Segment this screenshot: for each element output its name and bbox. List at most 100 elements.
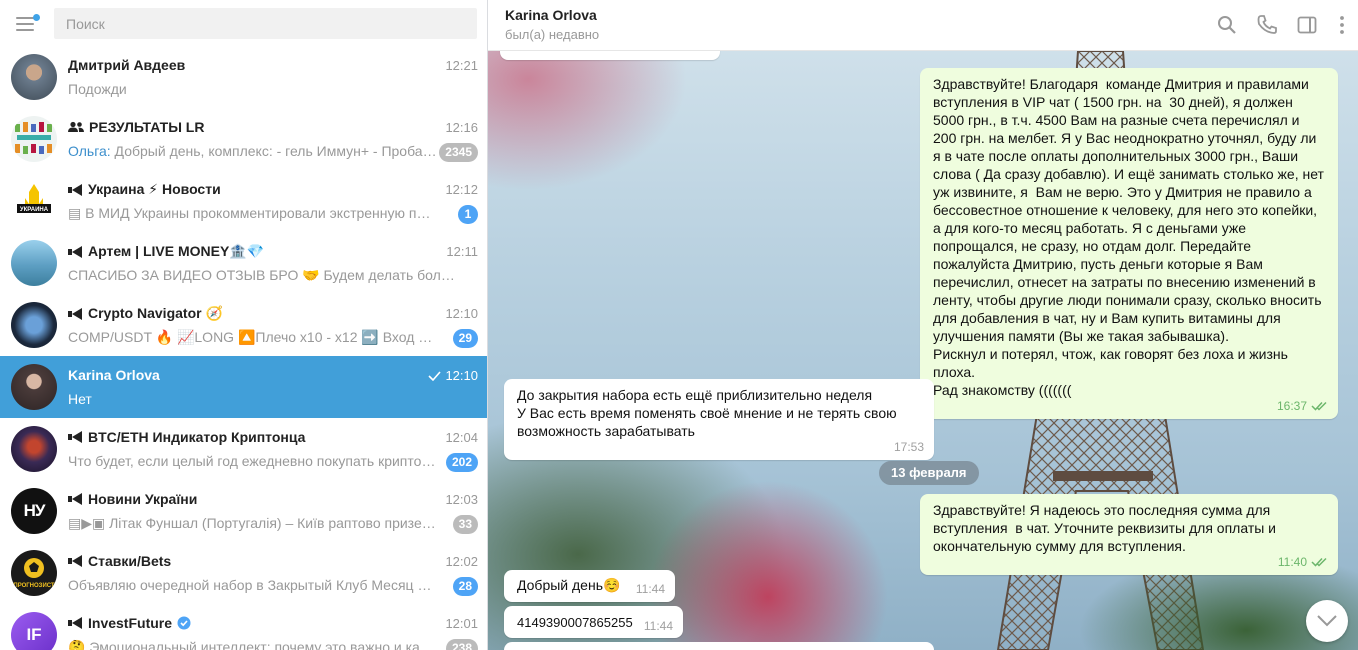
message-time: 11:44 — [643, 619, 673, 633]
chat-time: 12:21 — [445, 58, 478, 73]
message-bubble-incoming-cut[interactable] — [504, 642, 934, 650]
message-bubble-incoming[interactable]: 4149390007865255 11:44 — [504, 606, 683, 638]
chat-name: Новини України — [68, 491, 197, 507]
chat-time: 12:10 — [428, 368, 478, 383]
avatar — [11, 302, 57, 348]
conversation-panel: Karina Orlova был(а) недавно Здравствуйт… — [488, 0, 1358, 650]
unread-badge: 1 — [458, 205, 478, 224]
channel-icon — [68, 183, 83, 196]
unread-badge: 2345 — [439, 143, 478, 162]
chat-name: Дмитрий Авдеев — [68, 57, 186, 73]
chat-time: 12:16 — [445, 120, 478, 135]
avatar-logo-text: НУ — [23, 501, 46, 520]
sidebar-toggle-icon[interactable] — [1295, 13, 1319, 37]
avatar — [11, 426, 57, 472]
chat-item-stavki-bets[interactable]: ПРОГНОЗИСТ Ставки/Bets 12:02 Объявляю оч… — [0, 542, 487, 604]
unread-badge: 238 — [445, 639, 478, 650]
channel-icon — [68, 245, 83, 258]
chat-preview: 🤔 Эмоциональный интеллект: почему это ва… — [68, 639, 438, 650]
message-time: 11:40 — [1278, 553, 1328, 571]
search-icon[interactable] — [1215, 13, 1239, 37]
chevron-down-icon — [1317, 615, 1337, 627]
double-check-icon — [1311, 557, 1327, 567]
chat-preview: Ольга: Добрый день, комплекс: - гель Имм… — [68, 143, 438, 159]
chat-item-karina-orlova[interactable]: Karina Orlova 12:10 Нет — [0, 356, 487, 418]
avatar: ПРОГНОЗИСТ — [11, 550, 57, 596]
unread-badge: 29 — [452, 329, 478, 348]
date-separator: 13 февраля — [879, 461, 979, 485]
double-check-icon — [1311, 401, 1327, 411]
chat-time: 12:10 — [445, 306, 478, 321]
chat-item-artem-live-money[interactable]: Артем | LIVE MONEY🏦💎 12:11 СПАСИБО ЗА ВИ… — [0, 232, 487, 294]
chat-item-investfuture[interactable]: IF InvestFuture 12:01 🤔 Эмоциональный ин… — [0, 604, 487, 650]
sender-name: Ольга: — [68, 143, 111, 159]
chat-item-ukraina-novosti[interactable]: УКРАИНА Украина ⚡ Новости 12:12 ▤ В МИД … — [0, 170, 487, 232]
message-text: Здравствуйте! Благодаря команде Дмитрия … — [933, 76, 1324, 398]
avatar-logo-text: УКРАИНА — [20, 207, 49, 213]
avatar-logo-text: IF — [26, 625, 42, 644]
read-check-icon — [428, 370, 442, 381]
message-text: До закрытия набора есть ещё приблизитель… — [517, 387, 897, 439]
flower-top-blur — [488, 51, 688, 191]
phone-icon[interactable] — [1255, 13, 1279, 37]
chat-name: InvestFuture — [68, 615, 191, 631]
avatar: IF — [11, 612, 57, 650]
scroll-down-button[interactable] — [1306, 600, 1348, 642]
group-avatar-image — [15, 122, 52, 154]
chat-item-btc-eth-indikator[interactable]: BTC/ETH Индикатор Криптонца 12:04 Что бу… — [0, 418, 487, 480]
message-bubble-outgoing[interactable]: Здравствуйте! Я надеюсь это последняя су… — [920, 494, 1338, 575]
soccer-ball-logo: ПРОГНОЗИСТ — [13, 558, 55, 589]
channel-icon — [68, 431, 83, 443]
left-topbar — [0, 0, 487, 48]
message-bubble-incoming[interactable]: Добрый день☺️ 11:44 — [504, 570, 675, 602]
channel-icon — [68, 493, 83, 505]
message-bubble-outgoing[interactable]: Здравствуйте! Благодаря команде Дмитрия … — [920, 68, 1338, 419]
chat-preview: Нет — [68, 391, 92, 407]
chat-item-crypto-navigator[interactable]: Crypto Navigator 🧭 12:10 COMP/USDT 🔥 📈LO… — [0, 294, 487, 356]
chat-time: 12:11 — [446, 244, 478, 259]
chat-item-rezultaty-lr[interactable]: РЕЗУЛЬТАТЫ LR 12:16 Ольга: Добрый день, … — [0, 108, 487, 170]
message-time: 17:53 — [893, 440, 924, 454]
contact-name[interactable]: Karina Orlova — [505, 7, 597, 23]
channel-icon — [68, 555, 83, 567]
chat-preview: ▤▶▣ Літак Фуншал (Португалія) – Київ рап… — [68, 515, 438, 531]
unread-badge: 202 — [445, 453, 478, 472]
chat-time: 12:02 — [445, 554, 478, 569]
message-text: Здравствуйте! Я надеюсь это последняя су… — [933, 502, 1280, 554]
group-icon — [68, 121, 84, 132]
contact-status: был(а) недавно — [505, 27, 600, 42]
chat-name: Артем | LIVE MONEY🏦💎 — [68, 243, 264, 260]
avatar — [11, 240, 57, 286]
chat-name: Украина ⚡ Новости — [68, 181, 221, 198]
message-time: 16:37 — [1277, 397, 1328, 415]
avatar — [11, 54, 57, 100]
chat-preview: COMP/USDT 🔥 📈LONG 🔼Плечо x10 - x12 ➡️ Вх… — [68, 329, 438, 345]
unread-badge: 33 — [452, 515, 478, 534]
avatar — [11, 116, 57, 162]
chat-preview: Объявляю очередной набор в Закрытый Клуб… — [68, 577, 438, 593]
verified-icon — [177, 616, 191, 630]
chat-time: 12:12 — [445, 182, 478, 197]
conversation-header: Karina Orlova был(а) недавно — [488, 0, 1358, 51]
chat-preview: Что будет, если целый год ежедневно поку… — [68, 453, 438, 469]
notification-dot — [33, 14, 40, 21]
chat-time: 12:03 — [445, 492, 478, 507]
chat-name: Ставки/Bets — [68, 553, 171, 569]
more-options-icon[interactable] — [1330, 13, 1354, 37]
chat-time: 12:04 — [445, 430, 478, 445]
avatar-logo-text: ПРОГНОЗИСТ — [13, 583, 55, 589]
avatar: УКРАИНА — [11, 178, 57, 224]
avatar — [11, 364, 57, 410]
chat-item-dmitriy-avdeev[interactable]: Дмитрий Авдеев 12:21 Подожди — [0, 46, 487, 108]
message-time: 11:44 — [635, 582, 665, 596]
chat-preview: Подожди — [68, 81, 127, 97]
chat-preview: СПАСИБО ЗА ВИДЕО ОТЗЫВ БРО 🤝 Будем делат… — [68, 267, 458, 283]
chat-preview: ▤ В МИД Украины прокомментировали экстре… — [68, 205, 438, 221]
chat-item-novyny-ukrainy[interactable]: НУ Новини України 12:03 ▤▶▣ Літак Фуншал… — [0, 480, 487, 542]
menu-icon[interactable] — [14, 12, 40, 36]
search-input[interactable] — [54, 8, 477, 39]
chat-name: РЕЗУЛЬТАТЫ LR — [68, 119, 204, 135]
message-bubble-incoming[interactable]: До закрытия набора есть ещё приблизитель… — [504, 379, 934, 460]
chat-name: Karina Orlova — [68, 367, 160, 383]
channel-icon — [68, 307, 83, 320]
